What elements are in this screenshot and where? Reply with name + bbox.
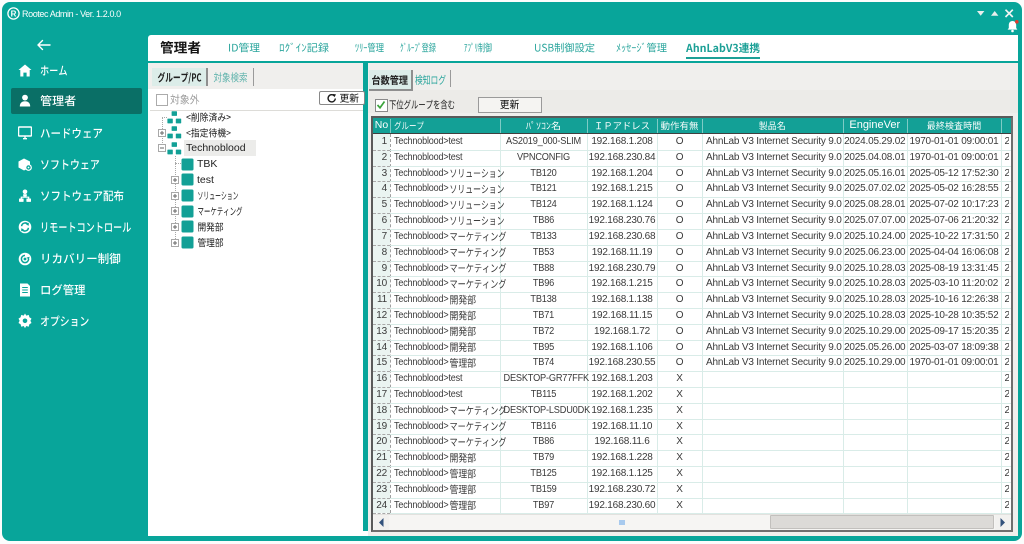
svg-text:R: R <box>11 9 17 18</box>
